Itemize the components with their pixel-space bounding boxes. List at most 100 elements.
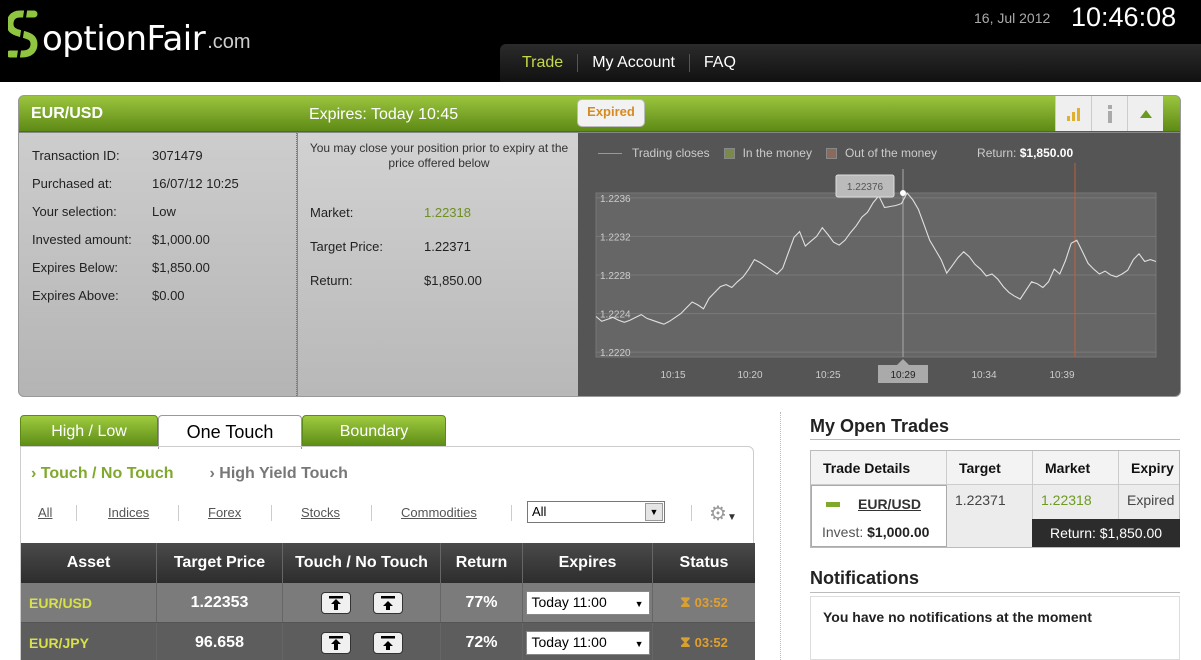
- main-nav: Trade My Account FAQ: [500, 44, 1201, 82]
- col-touch: Touch / No Touch: [283, 543, 441, 583]
- return-value: Return: $1,850.00: [310, 273, 482, 288]
- y-tick-label: 1.2228: [600, 271, 631, 282]
- detail-purchased-at: Purchased at: 16/07/12 10:25: [32, 176, 239, 191]
- notifications-message: You have no notifications at the moment: [823, 609, 1092, 625]
- divider: [810, 439, 1180, 440]
- x-tick-label: 10:34: [971, 370, 996, 381]
- divider: [271, 505, 272, 521]
- x-tick-label: 10:20: [737, 370, 762, 381]
- open-trades-title: My Open Trades: [810, 416, 950, 436]
- touch-icon: [328, 635, 343, 650]
- return-pct: 77%: [441, 583, 523, 622]
- logo-text: optionFair: [42, 19, 206, 59]
- filter-stocks[interactable]: Stocks: [301, 505, 340, 520]
- dropdown-arrow-icon: ▼: [634, 598, 644, 609]
- col-asset: Asset: [21, 543, 157, 583]
- table-row: EUR/USD 1.22353 77% Today 11:00 ▼ ⧗ 03:52: [21, 583, 755, 623]
- x-tick-label: 10:25: [815, 370, 840, 381]
- expires-cell: Today 11:00 ▼: [523, 583, 653, 622]
- info-icon[interactable]: [1091, 96, 1127, 131]
- touch-button[interactable]: [320, 631, 351, 654]
- y-tick-label: 1.2232: [600, 232, 631, 243]
- status-timer: ⧗ 03:52: [680, 594, 728, 611]
- ot-market: 1.22318: [1033, 485, 1119, 519]
- detail-transaction-id: Transaction ID: 3071479: [32, 148, 203, 163]
- nav-trade[interactable]: Trade: [500, 54, 579, 72]
- detail-invested: Invested amount: $1,000.00: [32, 232, 210, 247]
- trade-panel-header: EUR/USD Expires: Today 10:45 Expired: [19, 96, 1180, 132]
- divider: [810, 592, 1180, 593]
- open-trade-values: 1.22371 1.22318 Expired: [947, 485, 1179, 519]
- notifications-panel: You have no notifications at the moment: [810, 596, 1180, 660]
- no-touch-icon: [380, 595, 395, 610]
- subtab-touch-no-touch[interactable]: › Touch / No Touch: [31, 465, 174, 483]
- trade-marker-icon: [826, 501, 840, 507]
- ot-col-details: Trade Details: [811, 451, 947, 484]
- open-trade-card[interactable]: EUR/USD Invest: $1,000.00: [811, 485, 947, 547]
- close-position-info: You may close your position prior to exp…: [298, 133, 578, 396]
- open-trades-header: Trade Details Target Market Expiry: [811, 451, 1179, 485]
- col-target-price: Target Price: [157, 543, 283, 583]
- dropdown-arrow-icon: ▼: [645, 503, 663, 521]
- ot-col-market: Market: [1033, 451, 1119, 484]
- panel-tools: [1055, 96, 1163, 131]
- trade-pair: EUR/USD: [31, 105, 104, 122]
- col-expires: Expires: [523, 543, 653, 583]
- bar-chart-icon[interactable]: [1055, 96, 1091, 131]
- filter-indices[interactable]: Indices: [108, 505, 149, 520]
- open-trade-pair[interactable]: EUR/USD: [826, 496, 921, 512]
- no-touch-button[interactable]: [372, 591, 403, 614]
- clock-date: 16, Jul 2012: [974, 10, 1051, 26]
- ot-col-expiry: Expiry: [1131, 460, 1174, 476]
- table-header: Asset Target Price Touch / No Touch Retu…: [21, 543, 755, 583]
- tab-one-touch[interactable]: One Touch: [158, 415, 302, 449]
- product-tabs: High / Low One Touch Boundary: [20, 415, 446, 449]
- col-return: Return: [441, 543, 523, 583]
- trade-panel: EUR/USD Expires: Today 10:45 Expired Tra…: [18, 95, 1181, 397]
- divider: [371, 505, 372, 521]
- col-status: Status: [679, 554, 729, 571]
- filter-all[interactable]: All: [38, 505, 52, 520]
- open-trade-invest: Invest: $1,000.00: [822, 524, 930, 540]
- filter-commodities[interactable]: Commodities: [401, 505, 477, 520]
- no-touch-icon: [380, 635, 395, 650]
- x-tick-label: 10:29: [890, 370, 915, 381]
- subtab-high-yield-touch[interactable]: › High Yield Touch: [210, 465, 348, 483]
- open-trade-row[interactable]: EUR/USD Invest: $1,000.00 1.22371 1.2231…: [811, 485, 1180, 547]
- ot-filler: [947, 519, 1032, 547]
- return-pct: 72%: [441, 623, 523, 660]
- asset-name[interactable]: EUR/USD: [21, 583, 157, 622]
- ot-expiry: Expired: [1127, 492, 1175, 508]
- nav-my-account[interactable]: My Account: [578, 54, 690, 72]
- top-header: optionFair .com 16, Jul 2012 10:46:08 Tr…: [0, 0, 1201, 82]
- expires-select[interactable]: Today 11:00 ▼: [525, 630, 650, 655]
- filter-select[interactable]: All ▼: [527, 501, 665, 523]
- asset-table: Asset Target Price Touch / No Touch Retu…: [21, 543, 755, 660]
- no-touch-button[interactable]: [372, 631, 403, 654]
- asset-filters: All Indices Forex Stocks Commodities All…: [21, 501, 755, 526]
- market-price: Market: 1.22318: [310, 205, 471, 220]
- hourglass-icon: ⧗: [680, 634, 691, 651]
- expires-select[interactable]: Today 11:00 ▼: [525, 590, 650, 615]
- status-timer: ⧗ 03:52: [680, 634, 728, 651]
- hourglass-icon: ⧗: [680, 594, 691, 611]
- collapse-arrow-icon[interactable]: [1127, 96, 1163, 131]
- settings-gear-icon[interactable]: ⚙▼: [709, 501, 737, 526]
- brand-logo[interactable]: optionFair .com: [8, 4, 251, 60]
- nav-faq[interactable]: FAQ: [690, 54, 750, 72]
- notifications-title: Notifications: [810, 568, 920, 588]
- asset-name[interactable]: EUR/JPY: [21, 623, 157, 660]
- filter-forex[interactable]: Forex: [208, 505, 241, 520]
- close-position-note: You may close your position prior to exp…: [309, 141, 569, 170]
- target-price-value: 96.658: [157, 623, 283, 660]
- transaction-details: Transaction ID: 3071479 Purchased at: 16/0…: [19, 133, 297, 396]
- asset-panel: › Touch / No Touch › High Yield Touch Al…: [20, 446, 755, 660]
- ot-return: Return: $1,850.00: [1032, 519, 1180, 547]
- tab-high-low[interactable]: High / Low: [20, 415, 158, 447]
- y-tick-label: 1.2220: [600, 348, 631, 359]
- touch-button[interactable]: [320, 591, 351, 614]
- detail-expires-above: Expires Above: $0.00: [32, 288, 185, 303]
- tooltip-label: 1.22376: [847, 182, 884, 193]
- tab-boundary[interactable]: Boundary: [302, 415, 446, 447]
- logo-suffix: .com: [207, 31, 251, 53]
